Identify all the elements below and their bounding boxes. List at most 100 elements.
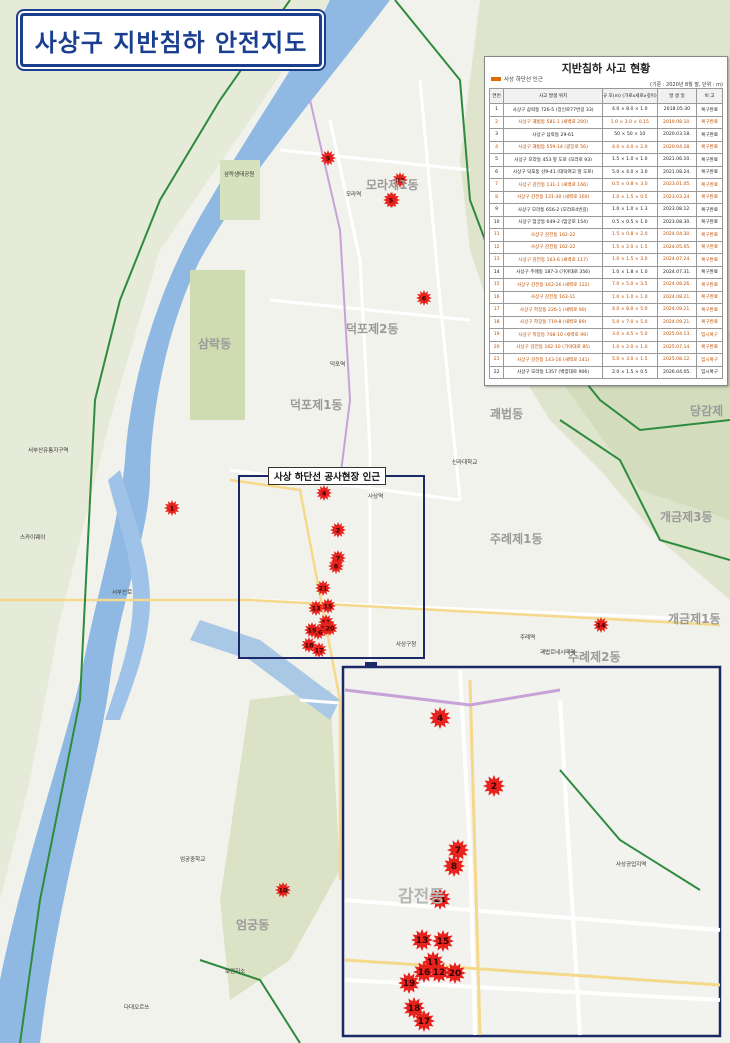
place-label: 다대오르쓰 [124, 1005, 150, 1011]
table-row: 6 사상구 덕포동 산9-41 (대덕여고 앞 도로) 5.0 × 4.0 × 3.… [488, 165, 723, 179]
table-cell-size: 1.5 × 0.8 × 2.0 [601, 228, 658, 242]
table-header-row: 연번 사고 발생 위치 규 모(m) (가로x세로x깊이) 발 생 일 비 고 [488, 88, 723, 104]
table-row: 13 사상구 감전동 163-6 (새벽로 117) 1.0 × 1.5 × 3.0… [488, 253, 723, 267]
table-cell-no: 14 [488, 265, 505, 279]
table-cell-note: 임시복구 [696, 353, 723, 367]
table-cell-date: 2020.03.18. [656, 128, 698, 142]
table-cell-no: 10 [488, 215, 505, 229]
table-row: 5 사상구 모라동 453 앞 도로 (모라로 93) 1.5 × 1.0 × 1.… [488, 153, 723, 167]
table-cell-date: 2024.08.21. [656, 290, 698, 304]
area-label: 괘법동 [490, 407, 524, 421]
table-cell-loc: 사상구 감전동 131-30 (새벽로 160) [503, 190, 603, 204]
table-cell-loc: 사상구 모라동 656-2 (모라로4번길) [503, 203, 603, 217]
area-label: 삼락동 [198, 337, 232, 351]
map-title: 사상구 지반침하 안전지도 [34, 28, 308, 57]
table-cell-note: 복구완료 [696, 115, 723, 129]
table-cell-note: 복구완료 [696, 153, 723, 167]
table-cell-note: 복구완료 [696, 165, 723, 179]
area-label: 주례제2동 [568, 650, 621, 664]
table-row: 7 사상구 감전동 131-1 (새벽로 166) 0.5 × 0.8 × 3.0 2… [488, 178, 723, 192]
place-label: 덕포역 [330, 362, 346, 368]
marker-number: 8 [334, 562, 339, 570]
table-row: 4 사상구 괘법동 559-14 (광장로 56) 4.0 × 4.0 × 2.0 2… [488, 140, 723, 154]
table-cell-size: 2.0 × 1.5 × 0.5 [601, 365, 658, 379]
table-cell-loc: 사상구 괘법동 581-1 (새벽로 200) [503, 115, 603, 129]
marker-number: 1 [170, 504, 175, 512]
table-cell-size: 4.0 × 4.0 × 2.0 [601, 140, 658, 154]
place-label: 서부산로 [112, 590, 133, 596]
table-row: 9 사상구 모라동 656-2 (모라로4번길) 1.0 × 1.0 × 1.3 20… [488, 203, 723, 217]
table-cell-loc: 사상구 학장동 708-10 (새벽로 99) [503, 328, 603, 342]
table-cell-loc: 사상구 감전동 162-22 [503, 240, 603, 254]
marker-number: 17 [418, 1017, 431, 1027]
table-cell-note: 복구완료 [696, 253, 723, 267]
table-cell-note: 복구완료 [696, 303, 723, 317]
table-row: 8 사상구 감전동 131-30 (새벽로 160) 1.0 × 1.5 × 0.5… [488, 190, 723, 204]
table-row: 3 사상구 삼락동 29-61 50 × 50 × 10 2020.03.18. 복구완… [488, 128, 723, 142]
table-cell-date: 2024.07.31. [656, 265, 698, 279]
table-row: 12 사상구 감전동 162-22 1.5 × 2.0 × 1.5 2024.05.0… [488, 240, 723, 254]
marker-number: 12 [433, 968, 446, 978]
place-label: 괘법르네시떼역 [540, 650, 576, 656]
table-cell-loc: 사상구 학장동 719-8 (새벽로 89) [503, 315, 603, 329]
marker-number: 9 [326, 154, 331, 162]
table-cell-size: 1.0 × 1.5 × 0.5 [601, 190, 658, 204]
table-cell-date: 2023.01.05. [656, 178, 698, 192]
marker-number: 2 [491, 782, 497, 792]
table-cell-loc: 사상구 삼락동 29-61 [503, 128, 603, 142]
table-cell-note: 복구완료 [696, 290, 723, 304]
table-cell-loc: 사상구 주례동 187-3 (가야대로 356) [503, 265, 603, 279]
marker-number: 4 [437, 714, 443, 724]
area-label: 개금제1동 [668, 612, 721, 626]
table-cell-date: 2026.04.05. [656, 365, 698, 379]
table-cell-size: 4.0 × 8.0 × 5.0 [601, 303, 658, 317]
table-cell-date: 2024.08.26. [656, 278, 698, 292]
marker-number: 19 [307, 626, 317, 634]
marker-number: 8 [451, 862, 457, 872]
table-cell-no: 8 [488, 190, 505, 204]
table-cell-date: 2023.03.24. [656, 190, 698, 204]
table-row: 20 사상구 감전동 162-10 (가야대로 85) 1.0 × 2.0 × 1.… [488, 340, 723, 354]
table-cell-date: 2025.07.14. [656, 340, 698, 354]
place-label: 사상역 [368, 494, 384, 500]
table-cell-note: 복구완료 [696, 140, 723, 154]
area-label: 덕포제2동 [346, 322, 399, 336]
table-cell-size: 5.0 × 4.0 × 3.0 [601, 165, 658, 179]
table-cell-date: 2025.04.13. [656, 328, 698, 342]
accident-table-panel: 지반침하 사고 현황 사상 하단선 인근 (기준 : 2020년 8월 말, 단… [484, 56, 728, 386]
marker-number: 4 [322, 489, 327, 497]
place-label: 사상공업지역 [616, 862, 647, 868]
marker-number: 5 [389, 196, 394, 204]
table-cell-date: 2023.08.12. [656, 203, 698, 217]
table-cell-loc: 사상구 감전동 163-6 (새벽로 117) [503, 253, 603, 267]
marker-number: 20 [325, 624, 335, 632]
table-cell-size: 4.0 × 8.0 × 1.0 [601, 103, 658, 117]
table-cell-note: 복구완료 [696, 265, 723, 279]
place-label: 엄궁중학교 [180, 857, 206, 863]
table-cell-no: 18 [488, 315, 505, 329]
table-row: 10 사상구 엄궁동 649-2 (엄궁로 154) 0.5 × 0.5 × 1.0… [488, 215, 723, 229]
area-label: 감전동 [398, 887, 445, 907]
table-cell-size: 1.0 × 1.5 × 3.0 [601, 253, 658, 267]
table-cell-note: 복구완료 [696, 178, 723, 192]
table-cell-no: 20 [488, 340, 505, 354]
table-cell-loc: 사상구 감전동 162-26 (새벽로 122) [503, 278, 603, 292]
table-cell-size: 50 × 50 × 10 [601, 128, 658, 142]
table-row: 18 사상구 학장동 719-8 (새벽로 89) 5.0 × 7.0 × 5.0 2… [488, 315, 723, 329]
legend-swatch [491, 77, 501, 81]
table-cell-date: 2021.08.24. [656, 165, 698, 179]
marker-number: 20 [449, 969, 462, 979]
table-cell-date: 2024.07.24. [656, 253, 698, 267]
col-header: 연번 [488, 88, 505, 104]
marker-number: 13 [311, 604, 320, 612]
table-cell-no: 19 [488, 328, 505, 342]
table-cell-date: 2019.08.10. [656, 115, 698, 129]
area-label: 엄궁동 [236, 918, 270, 932]
table-cell-no: 16 [488, 290, 505, 304]
legend-label: 사상 하단선 인근 [504, 77, 543, 83]
table-cell-date: 2024.09.21. [656, 315, 698, 329]
marker-number: 15 [437, 937, 450, 947]
table-cell-size: 5.0 × 3.0 × 1.5 [601, 353, 658, 367]
table-cell-no: 17 [488, 303, 505, 317]
table-row: 22 사상구 모라동 1357 (백양대로 906) 2.0 × 1.5 × 0.5… [488, 365, 723, 379]
